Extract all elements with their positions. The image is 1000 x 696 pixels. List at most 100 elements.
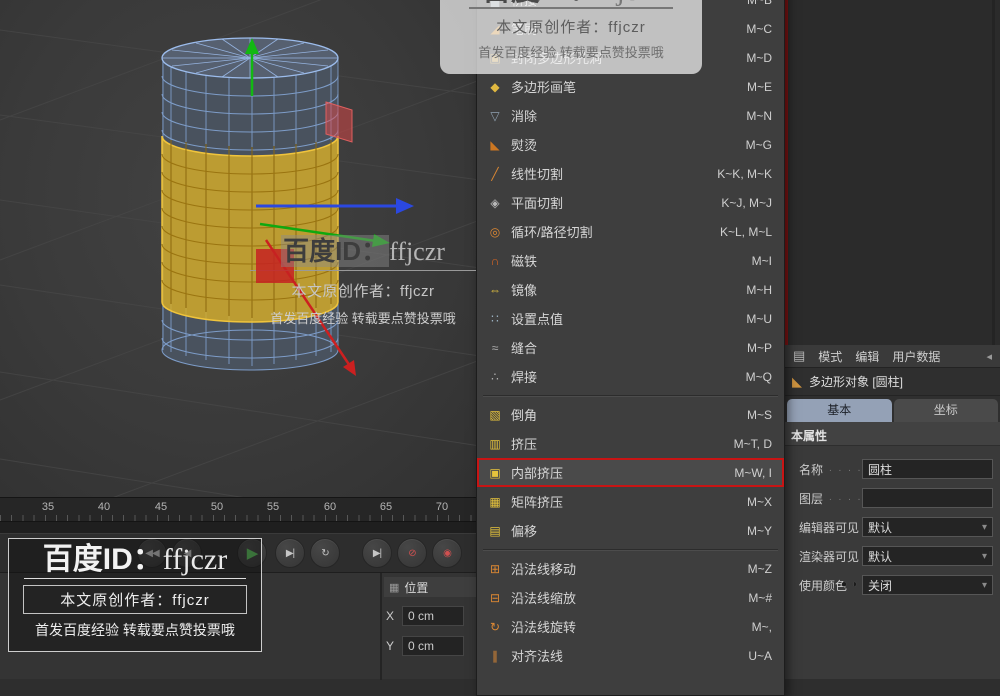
- layer-input[interactable]: [862, 488, 993, 508]
- menu-shortcut: M~,: [752, 620, 772, 634]
- menu-item-mirror[interactable]: ⇔镜像M~H: [477, 275, 784, 304]
- sphere-half-icon: ◑: [851, 579, 857, 590]
- editor-visibility-dropdown[interactable]: 默认 ▾: [862, 517, 993, 537]
- menu-label: 镜像: [511, 280, 738, 299]
- menu-shortcut: M~D: [746, 51, 772, 65]
- goto-end-button[interactable]: ▶|: [362, 538, 392, 568]
- object-label: 多边形对象 [圆柱]: [809, 373, 903, 390]
- menu-label: 平面切割: [511, 193, 713, 212]
- loop-cut-icon: ◎: [485, 225, 505, 239]
- attribute-mode-bar: ▤ 模式 编辑 用户数据 ◂: [785, 345, 1000, 368]
- watermark-author-line: 本文原创作者：ffjczr: [23, 585, 247, 614]
- menu-label: 多边形画笔: [511, 77, 739, 96]
- menu-shortcut: M~B: [747, 0, 772, 7]
- menu-item-polygon-pen[interactable]: ◆多边形画笔M~E: [477, 72, 784, 101]
- menu-item-set-point-value[interactable]: ∷设置点值M~U: [477, 304, 784, 333]
- watermark-underline: [24, 578, 246, 579]
- ruler-tick: 35: [39, 501, 57, 513]
- menu-label: 对齐法线: [511, 646, 740, 665]
- watermark-id-label: 百度ID：: [281, 235, 389, 267]
- goto-end-icon: ▶|: [373, 548, 381, 559]
- menu-item-loop-path-cut[interactable]: ◎循环/路径切割K~L, M~L: [477, 217, 784, 246]
- menu-item-line-cut[interactable]: ╱线性切割K~K, M~K: [477, 159, 784, 188]
- panel-menu-icon[interactable]: ▤: [793, 348, 805, 364]
- menu-shortcut: M~G: [746, 138, 772, 152]
- use-color-dropdown[interactable]: 关闭 ▾: [862, 575, 993, 595]
- menu-shortcut: M~Z: [748, 562, 772, 576]
- inner-extrude-icon: ▣: [485, 466, 505, 480]
- ruler-tick: 70: [433, 501, 451, 513]
- watermark-top: 百度ID：ffjczr 本文原创作者：ffjczr 首发百度经验 转载要点赞投票…: [440, 0, 702, 74]
- menu-shortcut: K~L, M~L: [720, 225, 772, 239]
- record-button[interactable]: ⊘: [397, 538, 427, 568]
- dropdown-arrow-icon: ▾: [982, 551, 987, 562]
- menu-shortcut: M~T, D: [734, 437, 772, 451]
- loop-button[interactable]: ↻: [310, 538, 340, 568]
- panel-scrollbar[interactable]: [992, 0, 995, 345]
- menu-label: 线性切割: [511, 164, 709, 183]
- watermark-note-line: 首发百度经验 转载要点赞投票哦: [440, 42, 702, 61]
- dropdown-value: 关闭: [868, 577, 982, 594]
- layer-label: 图层: [799, 490, 823, 507]
- menu-item-offset[interactable]: ▤偏移M~Y: [477, 516, 784, 545]
- menu-shortcut: M~H: [746, 283, 772, 297]
- panel-divider[interactable]: [380, 573, 382, 680]
- menu-label: 设置点值: [511, 309, 738, 328]
- watermark-id-label: 百度ID：: [482, 0, 598, 7]
- menu-shortcut: M~P: [747, 341, 772, 355]
- renderer-visibility-dropdown[interactable]: 默认 ▾: [862, 546, 993, 566]
- menu-item-inner-extrude[interactable]: ▣ 内部挤压 M~W, I: [477, 458, 784, 487]
- watermark-note-line: 首发百度经验 转载要点赞投票哦: [250, 308, 476, 327]
- menu-separator: [477, 391, 784, 400]
- ruler-tick: 60: [321, 501, 339, 513]
- ruler-tickmarks: [0, 515, 480, 521]
- align-normals-icon: ∥: [485, 649, 505, 663]
- menu-label: 磁铁: [511, 251, 744, 270]
- menu-item-stitch[interactable]: ≈缝合M~P: [477, 333, 784, 362]
- next-frame-button[interactable]: ▶|: [275, 538, 305, 568]
- normal-scale-icon: ⊟: [485, 591, 505, 605]
- ruler-tick: 55: [264, 501, 282, 513]
- tab-edit[interactable]: 编辑: [855, 348, 879, 365]
- position-y-input[interactable]: [402, 636, 464, 656]
- menu-item-rotate-along-normal[interactable]: ↻沿法线旋转M~,: [477, 612, 784, 641]
- menu-item-align-normals[interactable]: ∥对齐法线U~A: [477, 641, 784, 670]
- menu-item-iron[interactable]: ◣熨烫M~G: [477, 130, 784, 159]
- autokey-button[interactable]: ◉: [432, 538, 462, 568]
- menu-item-matrix-extrude[interactable]: ▦矩阵挤压M~X: [477, 487, 784, 516]
- position-x-input[interactable]: [402, 606, 464, 626]
- x-axis-label: X: [386, 609, 396, 623]
- watermark-author-line: 本文原创作者：ffjczr: [250, 280, 476, 301]
- attr-row-use-color: 使用颜色 ● ◑ 关闭 ▾: [785, 572, 1000, 598]
- dropdown-value: 默认: [868, 548, 982, 565]
- z-axis-arrow[interactable]: [396, 198, 414, 214]
- watermark-center: 百度ID：ffjczr 本文原创作者：ffjczr 首发百度经验 转载要点赞投票…: [250, 236, 476, 327]
- menu-item-bevel[interactable]: ▧倒角M~S: [477, 400, 784, 429]
- menu-item-move-along-normal[interactable]: ⊞沿法线移动M~Z: [477, 554, 784, 583]
- menu-item-weld[interactable]: ∴焊接M~Q: [477, 362, 784, 391]
- name-input[interactable]: [862, 459, 993, 479]
- attr-row-editor-visibility: 编辑器可见 默认 ▾: [785, 514, 1000, 540]
- timeline-ruler[interactable]: 35 40 45 50 55 60 65 70: [0, 497, 480, 521]
- menu-item-magnet[interactable]: ∩磁铁M~I: [477, 246, 784, 275]
- panel-collapse-icon[interactable]: ◂: [986, 350, 992, 363]
- sphere-icon: ●: [841, 579, 847, 590]
- menu-item-scale-along-normal[interactable]: ⊟沿法线缩放M~#: [477, 583, 784, 612]
- coord-row-y: Y: [386, 635, 464, 657]
- menu-label: 内部挤压: [511, 463, 726, 482]
- position-header: ▦ 位置: [384, 577, 476, 597]
- tab-mode[interactable]: 模式: [818, 348, 842, 365]
- menu-item-extrude[interactable]: ▥挤压M~T, D: [477, 429, 784, 458]
- menu-shortcut: M~W, I: [734, 466, 772, 480]
- watermark-id-label: 百度ID：: [43, 543, 163, 576]
- tab-user-data[interactable]: 用户数据: [892, 348, 940, 365]
- tab-coordinates[interactable]: 坐标: [894, 399, 999, 422]
- timeline-scrollbar[interactable]: [0, 521, 480, 533]
- watermark-bottom: 百度ID：ffjczr 本文原创作者：ffjczr 首发百度经验 转载要点赞投票…: [8, 538, 262, 652]
- menu-item-dissolve[interactable]: ▽消除M~N: [477, 101, 784, 130]
- menu-label: 熨烫: [511, 135, 738, 154]
- tab-basic[interactable]: 基本: [787, 399, 892, 422]
- attr-row-name: 名称 . . . . .: [785, 456, 1000, 482]
- x-axis-arrow[interactable]: [343, 360, 356, 376]
- menu-item-plane-cut[interactable]: ◈平面切割K~J, M~J: [477, 188, 784, 217]
